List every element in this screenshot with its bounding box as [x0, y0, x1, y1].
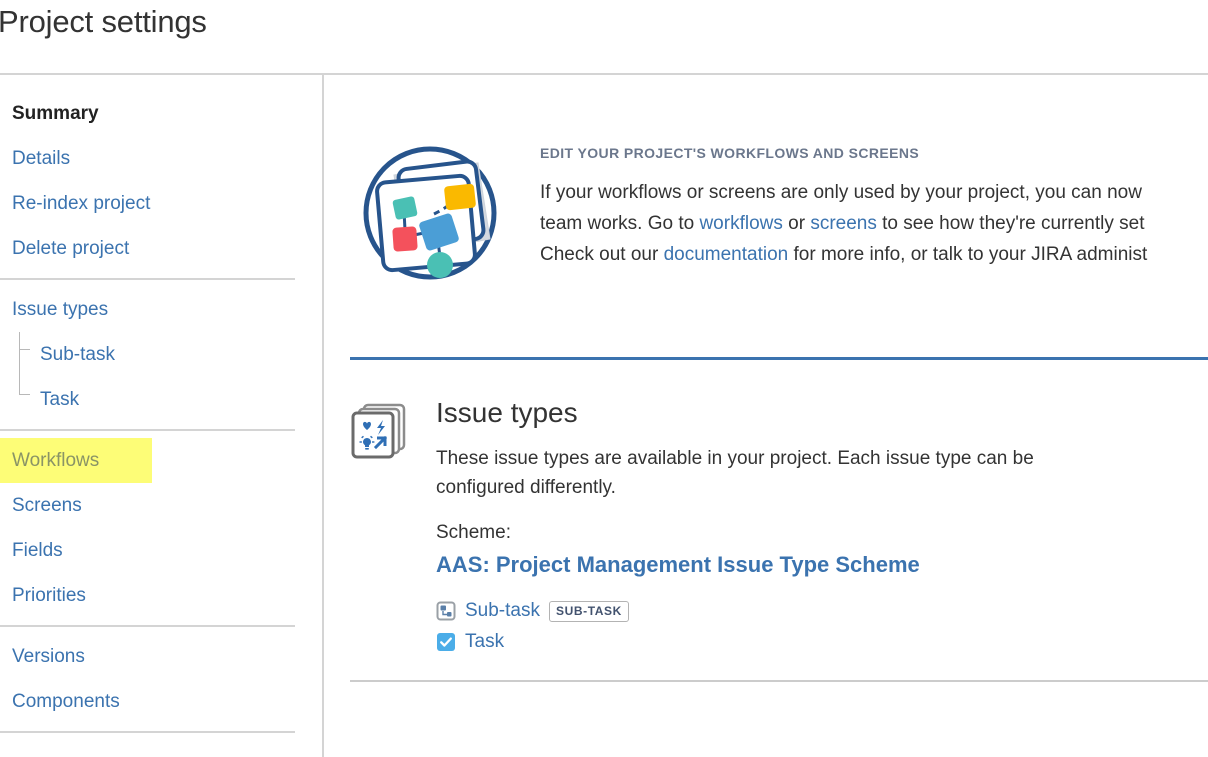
sidebar-item-screens[interactable]: Screens: [0, 483, 322, 528]
workflows-link[interactable]: workflows: [699, 213, 782, 234]
main-content: EDIT YOUR PROJECT'S WORKFLOWS AND SCREEN…: [324, 75, 1208, 757]
sidebar-item-sub-task[interactable]: Sub-task: [40, 332, 322, 377]
sidebar-item-workflows-wrapper: Workflows: [0, 438, 322, 483]
issue-types-section: Issue types These issue types are availa…: [324, 360, 1208, 662]
sidebar-group-issue-types: Issue types Sub-task Task: [0, 287, 322, 422]
banner-text: EDIT YOUR PROJECT'S WORKFLOWS AND SCREEN…: [540, 135, 1208, 295]
banner-line3-suffix: for more info, or talk to your JIRA admi…: [788, 244, 1147, 265]
sidebar-item-versions[interactable]: Versions: [0, 634, 322, 679]
issue-types-cards-icon: [350, 396, 412, 458]
sidebar-divider: [0, 278, 295, 280]
sidebar-item-fields[interactable]: Fields: [0, 528, 322, 573]
issue-type-row-task: Task: [436, 631, 1208, 653]
issue-types-description: These issue types are available in your …: [436, 444, 1116, 502]
issue-types-body: Issue types These issue types are availa…: [436, 396, 1208, 662]
issue-types-title: Issue types: [436, 396, 1208, 430]
sidebar-item-task[interactable]: Task: [40, 377, 322, 422]
page-body: Summary Details Re-index project Delete …: [0, 75, 1208, 757]
project-settings-sidebar: Summary Details Re-index project Delete …: [0, 75, 324, 757]
sidebar-item-workflows[interactable]: Workflows: [0, 438, 152, 483]
banner-line2-prefix: team works. Go to: [540, 213, 699, 234]
issue-type-lozenge-sub-task: SUB-TASK: [549, 601, 629, 622]
documentation-link[interactable]: documentation: [664, 244, 789, 265]
page-header: Project settings: [0, 0, 1208, 75]
sidebar-item-components[interactable]: Components: [0, 679, 322, 724]
workflows-banner: EDIT YOUR PROJECT'S WORKFLOWS AND SCREEN…: [324, 75, 1208, 295]
screens-link[interactable]: screens: [810, 213, 877, 234]
sidebar-divider: [0, 625, 295, 627]
issue-type-name-sub-task[interactable]: Sub-task: [465, 600, 540, 622]
workflow-cards-illustration: [350, 135, 510, 295]
issue-type-scheme-link[interactable]: AAS: Project Management Issue Type Schem…: [436, 552, 920, 578]
section-divider-gray: [350, 680, 1208, 682]
sidebar-item-summary[interactable]: Summary: [0, 91, 322, 136]
sidebar-item-reindex-project[interactable]: Re-index project: [0, 181, 322, 226]
sidebar-item-delete-project[interactable]: Delete project: [0, 226, 322, 271]
banner-line3-prefix: Check out our: [540, 244, 664, 265]
sidebar-item-details[interactable]: Details: [0, 136, 322, 181]
sidebar-group-versions: Versions Components: [0, 634, 322, 724]
banner-line2-suffix: to see how they're currently set: [877, 213, 1145, 234]
banner-body: If your workflows or screens are only us…: [540, 177, 1208, 270]
page-title: Project settings: [0, 0, 207, 42]
tree-connector-icon: [19, 332, 41, 422]
sidebar-item-priorities[interactable]: Priorities: [0, 573, 322, 618]
sidebar-divider: [0, 429, 295, 431]
sidebar-group-general: Summary Details Re-index project Delete …: [0, 91, 322, 271]
sidebar-item-issue-types[interactable]: Issue types: [0, 287, 322, 332]
sidebar-group-config: Workflows Screens Fields Priorities: [0, 438, 322, 618]
banner-line1: If your workflows or screens are only us…: [540, 182, 1142, 203]
sidebar-divider: [0, 731, 295, 733]
sub-task-icon: [436, 601, 456, 621]
issue-type-row-sub-task: Sub-task SUB-TASK: [436, 600, 1208, 622]
sidebar-subtree-issue-types: Sub-task Task: [0, 332, 322, 422]
scheme-label: Scheme:: [436, 520, 1208, 546]
task-checkbox-icon: [436, 632, 456, 652]
banner-line2-mid: or: [783, 213, 810, 234]
issue-type-name-task[interactable]: Task: [465, 631, 504, 653]
banner-heading: EDIT YOUR PROJECT'S WORKFLOWS AND SCREEN…: [540, 145, 1208, 161]
